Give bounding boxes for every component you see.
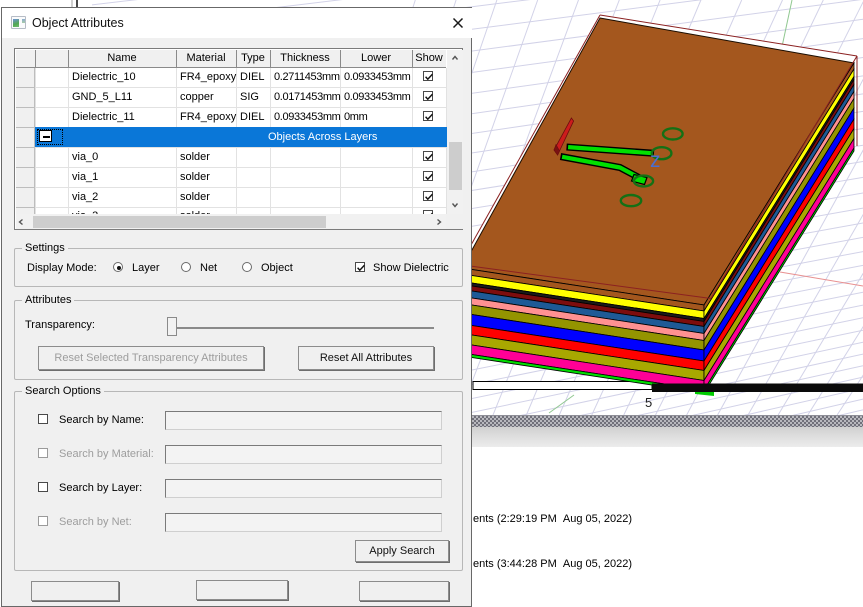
svg-text:z: z (650, 149, 661, 172)
svg-text:5: 5 (645, 395, 652, 410)
